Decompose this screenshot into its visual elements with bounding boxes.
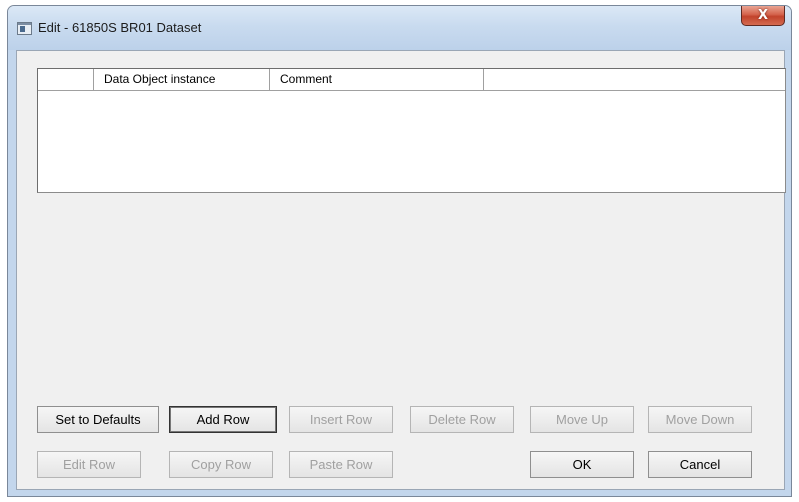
column-header-comment[interactable]: Comment: [270, 69, 484, 90]
set-to-defaults-button[interactable]: Set to Defaults: [37, 406, 159, 433]
grid-header: Data Object instance Comment: [38, 69, 785, 91]
title-bar[interactable]: Edit - 61850S BR01 Dataset X: [8, 6, 791, 50]
dataset-grid[interactable]: Data Object instance Comment: [37, 68, 786, 193]
column-header-data-object-instance[interactable]: Data Object instance: [94, 69, 270, 90]
ok-button[interactable]: OK: [530, 451, 634, 478]
window-title: Edit - 61850S BR01 Dataset: [38, 20, 202, 35]
dialog-window: Edit - 61850S BR01 Dataset X Data Object…: [7, 5, 792, 497]
edit-row-button[interactable]: Edit Row: [37, 451, 141, 478]
column-header-empty: [484, 69, 785, 90]
dialog-client-area: Data Object instance Comment Set to Defa…: [16, 50, 786, 490]
paste-row-button[interactable]: Paste Row: [289, 451, 393, 478]
cancel-button[interactable]: Cancel: [648, 451, 752, 478]
insert-row-button[interactable]: Insert Row: [289, 406, 393, 433]
move-down-button[interactable]: Move Down: [648, 406, 752, 433]
move-up-button[interactable]: Move Up: [530, 406, 634, 433]
copy-row-button[interactable]: Copy Row: [169, 451, 273, 478]
close-button[interactable]: X: [741, 6, 785, 26]
column-header-row-selector[interactable]: [38, 69, 94, 90]
close-icon: X: [757, 8, 769, 23]
add-row-button[interactable]: Add Row: [169, 406, 277, 433]
delete-row-button[interactable]: Delete Row: [410, 406, 514, 433]
window-icon: [17, 22, 32, 35]
